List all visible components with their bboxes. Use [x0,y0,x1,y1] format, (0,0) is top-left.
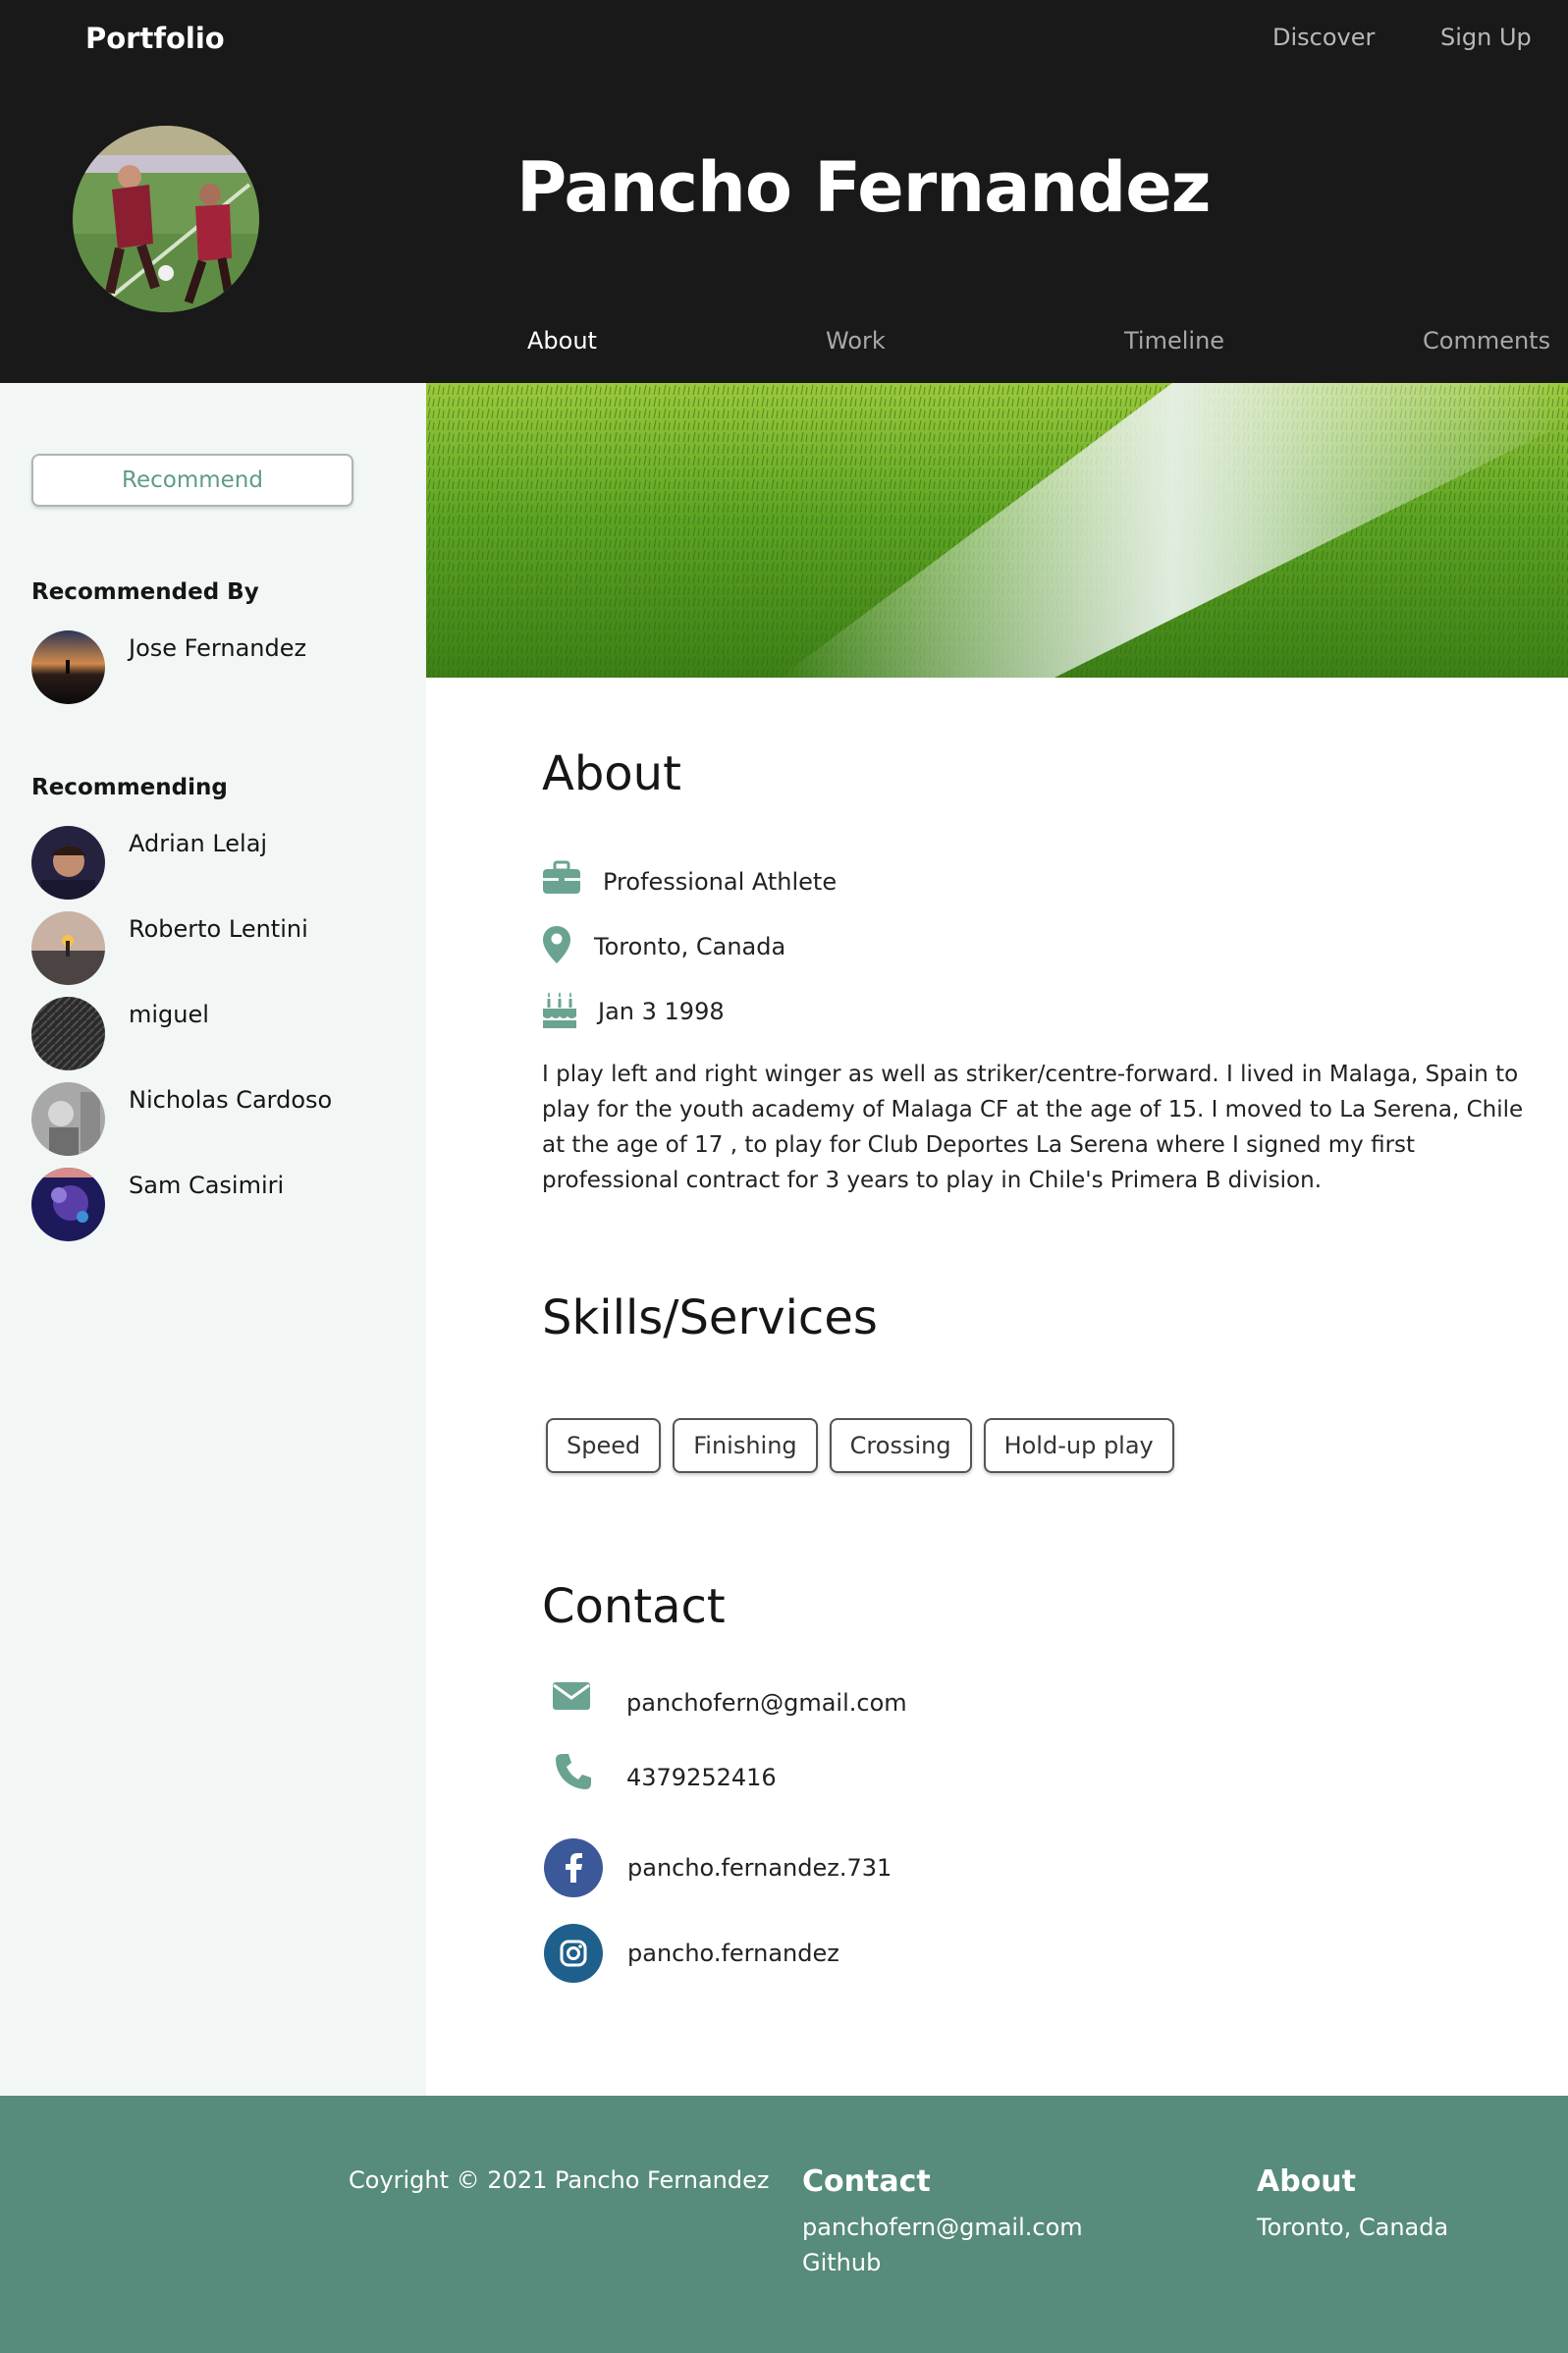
nav-discover[interactable]: Discover [1272,24,1375,51]
footer-email-link[interactable]: panchofern@gmail.com [802,2214,1083,2241]
instagram-icon[interactable] [544,1924,603,1983]
map-pin-icon [542,925,571,968]
cover-image [426,383,1568,678]
recommending-item[interactable]: Sam Casimiri [31,1168,405,1242]
person-name: Roberto Lentini [129,915,308,943]
avatar [31,826,105,900]
person-name: Nicholas Cardoso [129,1086,333,1114]
recommender-item[interactable]: Jose Fernandez [31,630,405,705]
avatar [31,1168,105,1241]
recommending-item[interactable]: Nicholas Cardoso [31,1082,405,1157]
phone-text[interactable]: 4379252416 [626,1764,777,1791]
email-row[interactable]: panchofern@gmail.com [542,1675,1131,1736]
avatar [31,630,105,704]
phone-icon [554,1752,593,1795]
person-name: Sam Casimiri [129,1172,285,1199]
instagram-row[interactable]: pancho.fernandez [542,1924,1131,1985]
person-name: Jose Fernandez [129,634,307,662]
recommending-item[interactable]: miguel [31,997,405,1071]
tab-work[interactable]: Work [826,327,886,355]
nav-sign-up[interactable]: Sign Up [1440,24,1532,51]
about-title: About [542,746,681,801]
occupation-text: Professional Athlete [603,868,838,896]
profile-avatar [73,126,259,312]
person-name: Adrian Lelaj [129,830,268,857]
recommending-heading: Recommending [31,775,228,800]
avatar [31,997,105,1070]
envelope-icon [552,1681,591,1715]
copyright-text: Coyright © 2021 Pancho Fernandez [349,2166,770,2194]
tab-comments[interactable]: Comments [1423,327,1550,355]
recommending-item[interactable]: Adrian Lelaj [31,826,405,901]
skill-tag[interactable]: Speed [546,1418,662,1473]
recommended-by-heading: Recommended By [31,579,259,605]
phone-row[interactable]: 4379252416 [542,1750,1131,1811]
footer-about-heading: About [1257,2164,1357,2199]
recommending-item[interactable]: Roberto Lentini [31,911,405,986]
facebook-handle[interactable]: pancho.fernandez.731 [627,1854,892,1882]
recommend-button[interactable]: Recommend [31,454,353,507]
instagram-handle[interactable]: pancho.fernandez [627,1940,839,1967]
skill-tag[interactable]: Crossing [829,1418,972,1473]
briefcase-icon [542,860,581,900]
facebook-icon[interactable] [544,1838,603,1897]
profile-name: Pancho Fernandez [516,147,1211,228]
sidebar: Recommend Recommended By Jose Fernandez … [0,383,426,2096]
footer-contact-heading: Contact [802,2164,931,2199]
bio-text: I play left and right winger as well as … [542,1062,1524,1193]
footer: Coyright © 2021 Pancho Fernandez Contact… [0,2096,1568,2353]
facebook-row[interactable]: pancho.fernandez.731 [542,1838,1131,1899]
footer-github-link[interactable]: Github [802,2249,881,2276]
email-text[interactable]: panchofern@gmail.com [626,1689,907,1717]
person-name: miguel [129,1001,209,1028]
skill-tag[interactable]: Hold-up play [983,1418,1174,1473]
skills-title: Skills/Services [542,1290,878,1345]
birthday-text: Jan 3 1998 [598,998,725,1025]
contact-title: Contact [542,1579,726,1634]
skills-list: Speed Finishing Crossing Hold-up play [546,1418,1174,1473]
location-text: Toronto, Canada [594,933,786,960]
tab-about[interactable]: About [527,327,597,355]
skill-tag[interactable]: Finishing [673,1418,818,1473]
avatar [31,911,105,985]
brand-logo[interactable]: Portfolio [85,22,225,55]
tab-timeline[interactable]: Timeline [1124,327,1224,355]
birthday-cake-icon [542,990,577,1033]
footer-location-text: Toronto, Canada [1257,2214,1449,2241]
profile-header: Portfolio Discover Sign Up Pancho Fernan… [0,0,1568,383]
avatar [31,1082,105,1156]
